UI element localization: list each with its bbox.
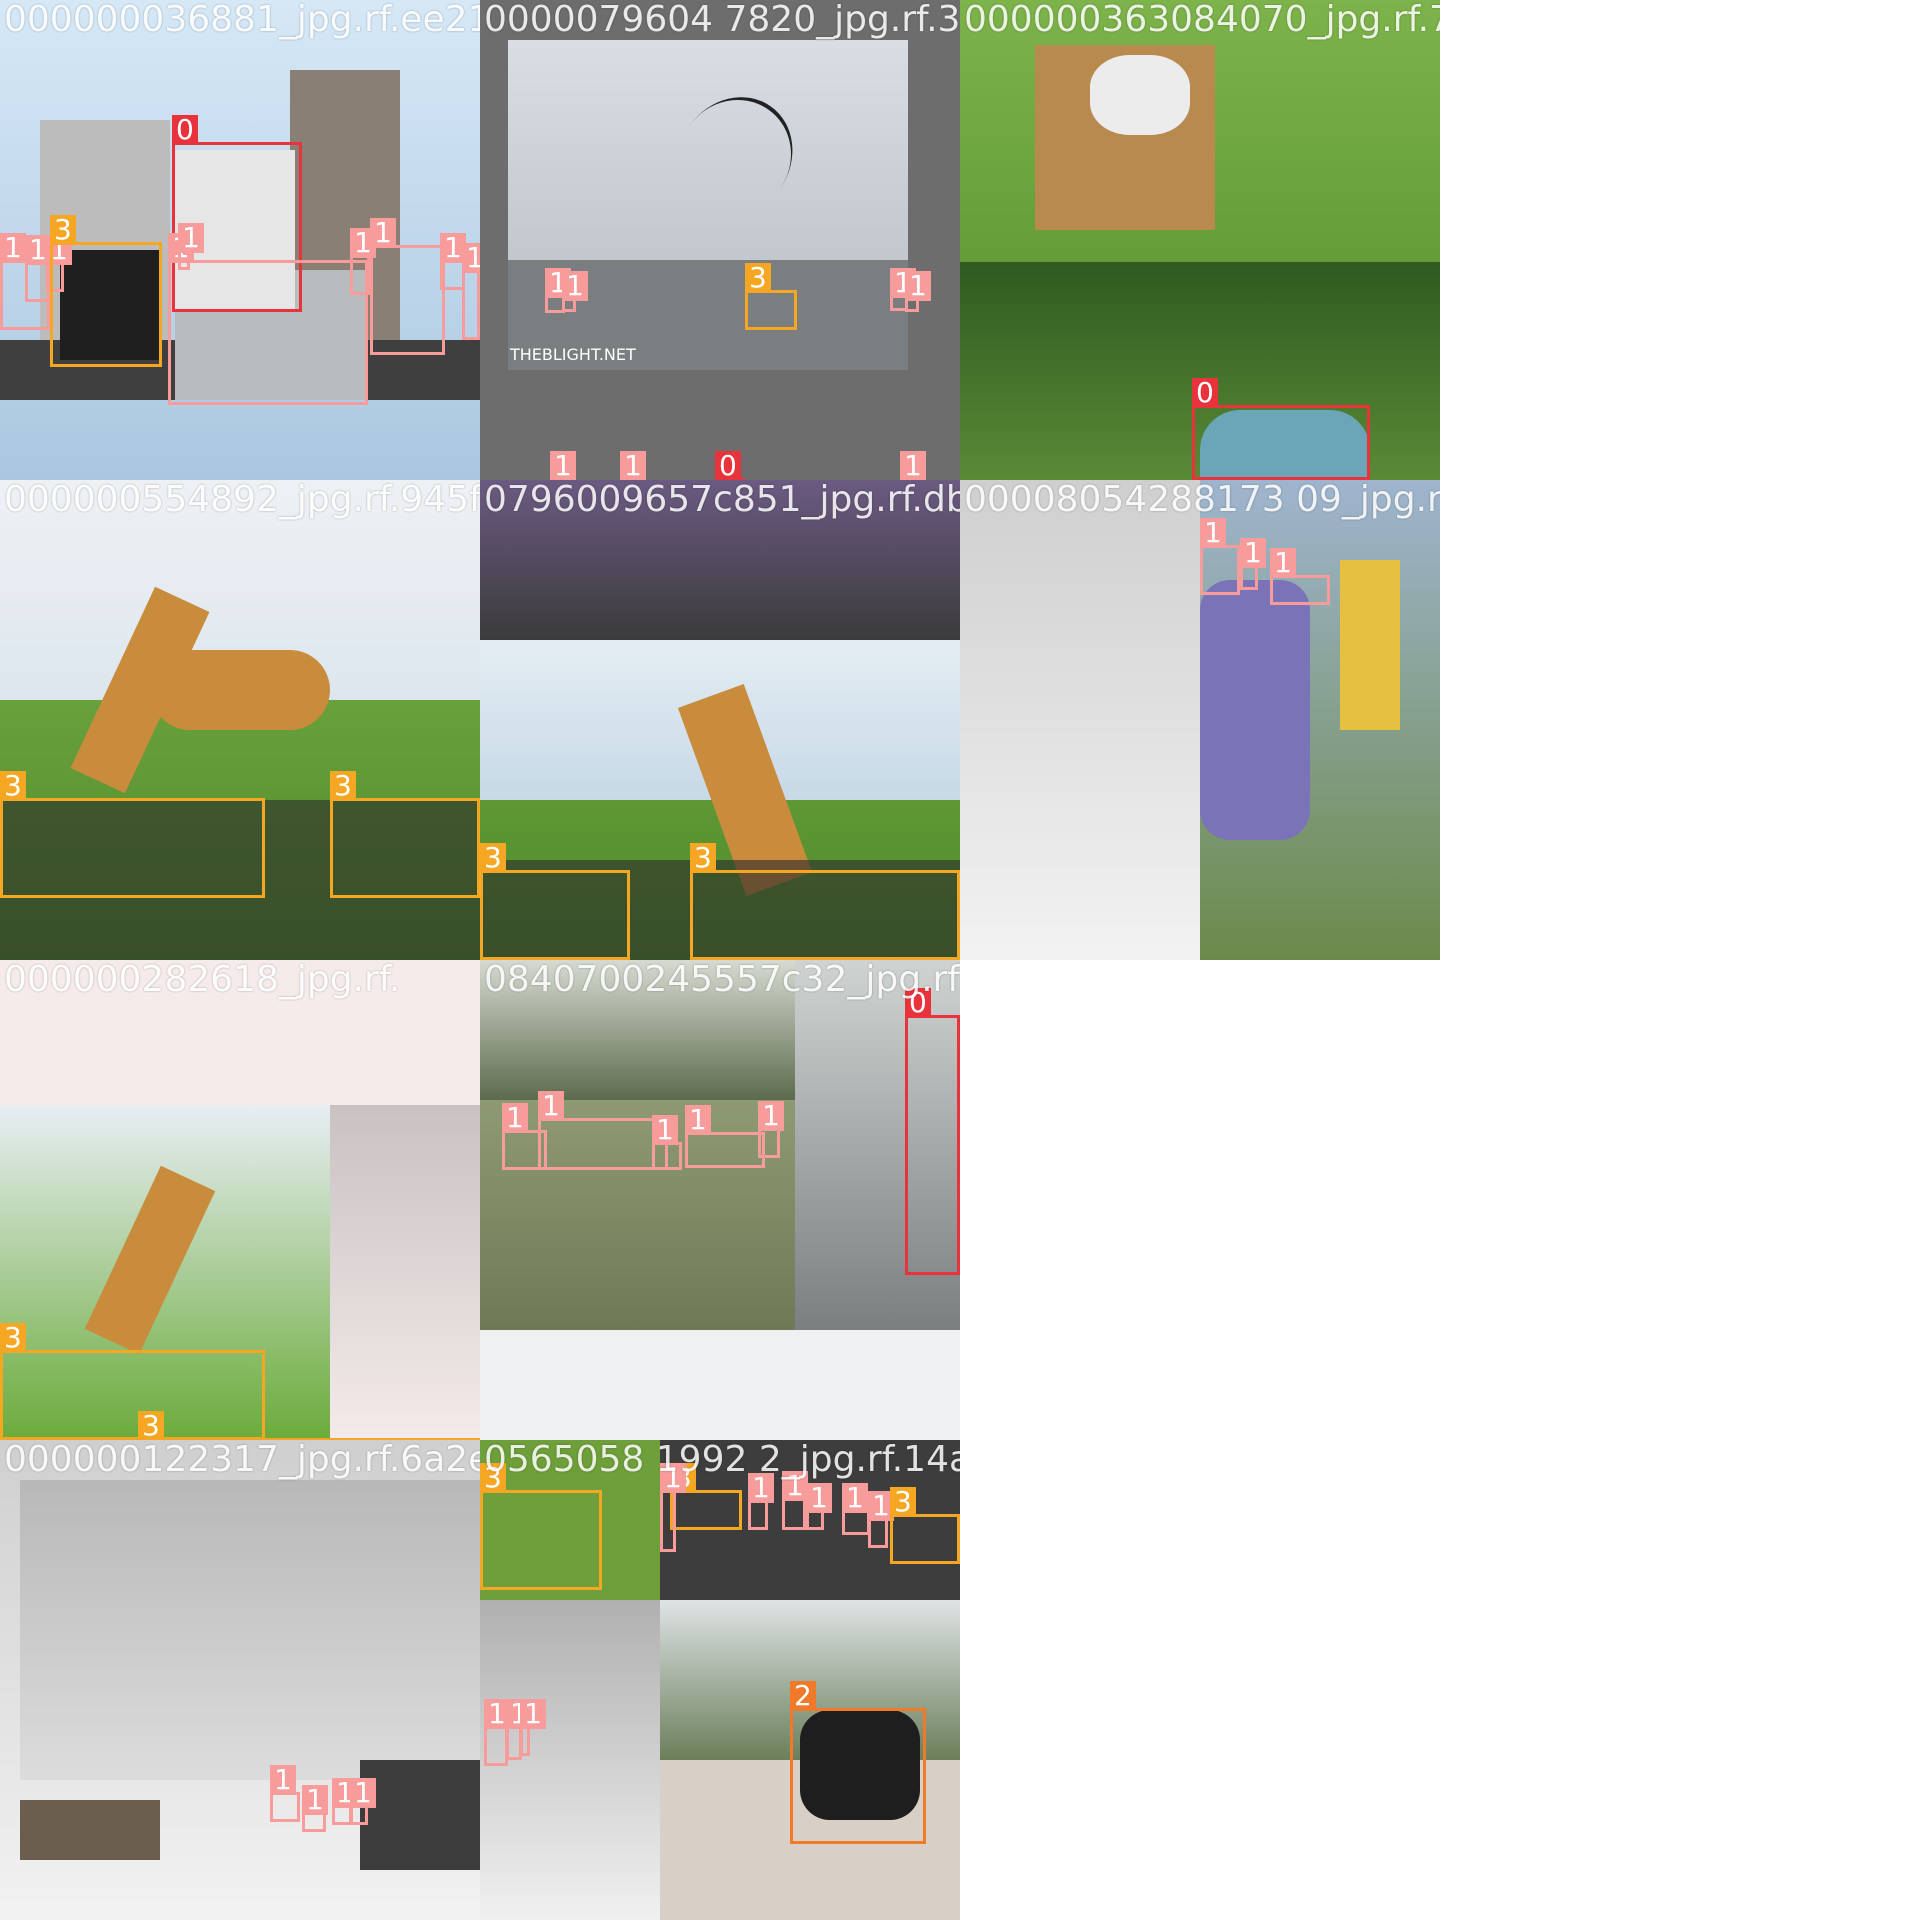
bbox-label: 1 bbox=[178, 223, 204, 253]
bbox-label: 1 bbox=[758, 1101, 784, 1131]
bbox-car: 1 bbox=[270, 1765, 300, 1822]
mosaic-tile-9: 000000122317_jpg.rf.6a2e 1 1 1 1 bbox=[0, 1440, 480, 1920]
mosaic-tile-4: 000000554892_jpg.rf.945f4 3 3 bbox=[0, 480, 480, 960]
bbox-label: 1 bbox=[350, 1778, 376, 1808]
bbox-label: 1 bbox=[652, 1115, 678, 1145]
bbox-label: 1 bbox=[1200, 518, 1226, 548]
bbox-label: 1 bbox=[462, 243, 480, 273]
bbox-label: 3 bbox=[0, 1323, 26, 1353]
bbox-label: 0 bbox=[715, 451, 741, 480]
bbox-label: 1 bbox=[620, 451, 646, 480]
bbox-car: 1 bbox=[905, 271, 931, 312]
watermark-logo-icon: THEBLIGHT.NET bbox=[510, 345, 636, 364]
bbox-label: 1 bbox=[538, 1091, 564, 1121]
bbox-car: 1 bbox=[168, 233, 368, 405]
bbox-label: 3 bbox=[0, 771, 26, 801]
tile-filename: 000000282618_jpg.rf. bbox=[4, 960, 401, 1000]
bbox-label: 3 bbox=[480, 843, 506, 873]
bbox-label: 1 bbox=[1270, 548, 1296, 578]
bbox-truck: 3 bbox=[480, 1463, 602, 1590]
mosaic-tile-7: 000000282618_jpg.rf. 3 3 bbox=[0, 960, 480, 1440]
bbox-car: 1 bbox=[782, 1471, 808, 1530]
bbox-car: 1 bbox=[178, 223, 204, 270]
bbox-car: 1 bbox=[1270, 548, 1330, 605]
bbox-car: 1 bbox=[302, 1785, 328, 1832]
bbox-car: 1 bbox=[748, 1473, 774, 1530]
mosaic-tile-6: 00008054288173 09_jpg.rf.45b6d7fea1b6369… bbox=[960, 480, 1440, 960]
bbox-car: 1 bbox=[520, 1699, 546, 1756]
bbox-label: 3 bbox=[138, 1411, 164, 1440]
tile-filename: 00008054288173 09_jpg.rf.45b6d7fea1b6369… bbox=[964, 480, 1440, 520]
bbox-car: 1 bbox=[350, 1778, 376, 1825]
mosaic-tile-10: 0565058 1992 2_jpg.rf.14ada990c84b168cfc… bbox=[480, 1440, 960, 1920]
bbox-car: 1 bbox=[1240, 538, 1266, 590]
bbox-truck: 3 bbox=[0, 1323, 265, 1440]
tile-filename: 0000079604 7820_jpg.rf.3614 bbox=[484, 0, 960, 40]
bbox-car: 1 bbox=[462, 243, 480, 340]
bbox-car: 1 bbox=[685, 1105, 765, 1168]
bbox-van: 1 bbox=[370, 218, 445, 355]
bbox-label: 1 bbox=[1240, 538, 1266, 568]
bbox-label: 1 bbox=[562, 271, 588, 301]
bbox-car: 1 bbox=[652, 1115, 682, 1170]
tile-filename: 0565058 1992 2_jpg.rf.14ada990c84b168cfc… bbox=[484, 1440, 960, 1480]
tile-filename: 000000036881_jpg.rf.ee211 bbox=[4, 0, 480, 40]
bbox-bus: 0 bbox=[905, 988, 960, 1275]
bbox-label: 3 bbox=[745, 263, 771, 293]
bbox-truck: 3 bbox=[330, 771, 480, 898]
bbox-bus: 0 bbox=[1192, 378, 1370, 480]
bbox-label: 1 bbox=[302, 1785, 328, 1815]
bbox-label: 1 bbox=[550, 451, 576, 480]
bbox-label: 1 bbox=[806, 1483, 832, 1513]
bbox-label: 1 bbox=[905, 271, 931, 301]
bbox-label: 1 bbox=[685, 1105, 711, 1135]
bbox-label: 1 bbox=[900, 451, 926, 480]
bbox-car: 1 bbox=[332, 1778, 358, 1825]
bbox-car: 1 bbox=[806, 1483, 832, 1530]
bbox-car: 1 bbox=[660, 1463, 686, 1552]
bbox-car: 1 bbox=[538, 1091, 668, 1170]
mosaic-tile-5: 0796009657c851_jpg.rf.db40b 3 3 bbox=[480, 480, 960, 960]
training-batch-mosaic: 000000036881_jpg.rf.ee211 0 1 1 1 1 3 1 … bbox=[0, 0, 1440, 1920]
bbox-label: 3 bbox=[330, 771, 356, 801]
bbox-truck: 3 bbox=[690, 843, 960, 960]
bbox-car: 1 bbox=[842, 1483, 870, 1535]
bbox-car: 1 bbox=[868, 1491, 894, 1548]
bbox-truck: 3 bbox=[745, 263, 797, 330]
bbox-car: 1 bbox=[758, 1101, 784, 1158]
bbox-car: 1 bbox=[484, 1699, 510, 1766]
tile-filename: 000000122317_jpg.rf.6a2e bbox=[4, 1440, 480, 1480]
bbox-label: 3 bbox=[50, 215, 76, 245]
mosaic-tile-2: THEBLIGHT.NET 0000079604 7820_jpg.rf.361… bbox=[480, 0, 960, 480]
mosaic-tile-3: 000000363084070_jpg.rf.7f22b692784d7ef89… bbox=[960, 0, 1440, 480]
bbox-motorcycle: 2 bbox=[790, 1681, 926, 1844]
bbox-label: 3 bbox=[690, 843, 716, 873]
bbox-car: 1 bbox=[350, 228, 376, 295]
bbox-label: 2 bbox=[790, 1681, 816, 1711]
tile-filename: 0840700245557c32_jpg.rf.f28 bf9c66d3f4ea… bbox=[484, 960, 960, 1000]
bbox-label: 0 bbox=[1192, 378, 1218, 408]
tile-filename: 000000363084070_jpg.rf.7f22b692784d7ef89… bbox=[964, 0, 1440, 40]
mosaic-tile-8: 0840700245557c32_jpg.rf.f28 bf9c66d3f4ea… bbox=[480, 960, 960, 1440]
bbox-label: 1 bbox=[520, 1699, 546, 1729]
bbox-truck: 3 bbox=[50, 215, 162, 367]
bbox-label: 0 bbox=[172, 115, 198, 145]
bbox-truck: 3 bbox=[890, 1487, 960, 1564]
bbox-truck: 3 bbox=[0, 771, 265, 898]
bbox-label: 1 bbox=[842, 1483, 868, 1513]
bbox-truck: 3 bbox=[480, 843, 630, 960]
bbox-label: 1 bbox=[502, 1103, 528, 1133]
bbox-truck: 3 bbox=[670, 1463, 742, 1530]
mosaic-tile-1: 000000036881_jpg.rf.ee211 0 1 1 1 1 3 1 … bbox=[0, 0, 480, 480]
tile-filename: 0796009657c851_jpg.rf.db40b bbox=[484, 480, 960, 520]
bbox-label: 1 bbox=[350, 228, 376, 258]
tile-filename: 000000554892_jpg.rf.945f4 bbox=[4, 480, 480, 520]
bbox-car: 1 bbox=[1200, 518, 1240, 595]
bbox-label: 1 bbox=[270, 1765, 296, 1795]
bbox-label: 1 bbox=[0, 233, 26, 263]
bbox-label: 3 bbox=[890, 1487, 916, 1517]
bbox-car: 1 bbox=[562, 271, 588, 312]
